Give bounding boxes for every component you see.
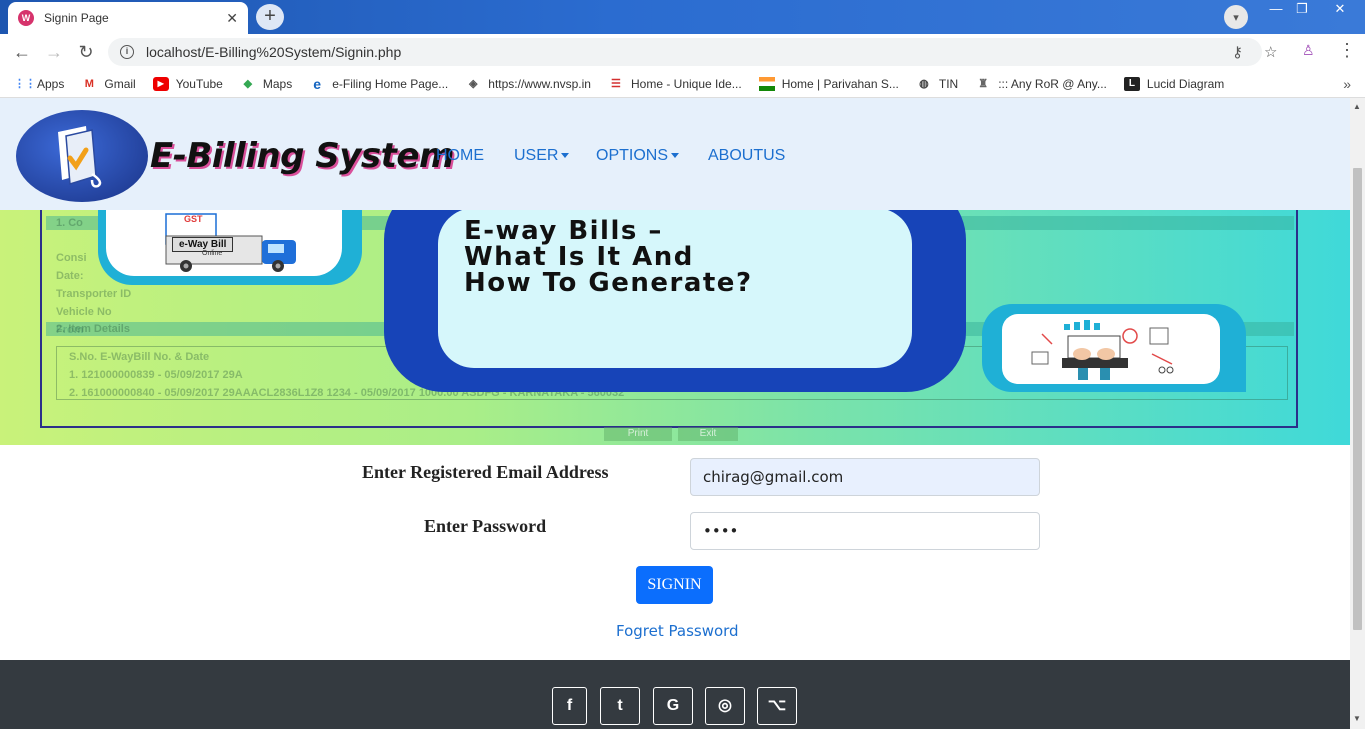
- forward-arrow-icon[interactable]: →: [42, 40, 66, 64]
- banner-exit-button: Exit: [678, 427, 738, 441]
- tab-title: Signin Page: [44, 11, 109, 25]
- nvsp-icon: ◈: [469, 77, 478, 90]
- doc-field-label: Consi: [56, 252, 87, 264]
- bookmark-nvsp[interactable]: ◈ https://www.nvsp.in: [465, 77, 591, 91]
- doc-section-label: 2. Item Details: [56, 323, 130, 335]
- bookmark-efiling[interactable]: e e-Filing Home Page...: [309, 77, 448, 91]
- doc-field-label: Date:: [56, 270, 84, 282]
- github-icon[interactable]: ⌥: [757, 687, 797, 725]
- reload-icon[interactable]: ↻: [74, 40, 98, 64]
- forgot-password-link[interactable]: Fogret Password: [616, 622, 739, 640]
- maps-icon: ◆: [243, 77, 253, 90]
- instagram-icon[interactable]: ◎: [705, 687, 745, 725]
- twitter-icon[interactable]: t: [600, 687, 640, 725]
- india-flag-icon: [758, 76, 775, 91]
- typing-illustration-card: [982, 304, 1246, 392]
- bookmark-gmail[interactable]: M Gmail: [81, 77, 136, 91]
- youtube-icon: ▶: [152, 76, 169, 91]
- email-field[interactable]: [690, 458, 1040, 496]
- doc-table-header: S.No. E-WayBill No. & Date: [69, 351, 210, 363]
- nav-options-dropdown[interactable]: OPTIONS: [596, 147, 680, 165]
- brand-title: E-Billing System: [150, 136, 454, 176]
- web-page: E-Billing System HOME USER OPTIONS ABOUT…: [0, 98, 1350, 729]
- aadhaar-icon: ☰: [611, 77, 621, 90]
- extension-icon[interactable]: ♙: [1302, 42, 1320, 62]
- eway-online-label: Online: [202, 250, 223, 257]
- doc-field-label: Transporter ID: [56, 288, 132, 300]
- site-navbar: E-Billing System HOME USER OPTIONS ABOUT…: [0, 98, 1350, 210]
- close-tab-icon[interactable]: ✕: [226, 10, 238, 27]
- signin-button[interactable]: SIGNIN: [636, 566, 713, 604]
- google-icon[interactable]: G: [653, 687, 693, 725]
- profile-dropdown-icon[interactable]: ▾: [1224, 5, 1248, 29]
- laptop-hands-icon: [1031, 320, 1174, 380]
- bookmark-parivahan[interactable]: Home | Parivahan S...: [758, 76, 899, 91]
- bookmark-apps[interactable]: ⋮⋮ Apps: [14, 77, 64, 91]
- apps-grid-icon: ⋮⋮: [14, 77, 36, 90]
- gst-truck-card: GST e-Way Bill Online: [98, 210, 362, 285]
- doc-section-label: 1. Co: [56, 217, 83, 229]
- headline-card: E-way Bills – What Is It And How To Gene…: [384, 210, 966, 392]
- eway-bill-banner: 1. Co Consi Date: Transporter ID Vehicle…: [0, 210, 1350, 445]
- email-label: Enter Registered Email Address: [362, 462, 609, 482]
- address-bar[interactable]: i localhost/E-Billing%20System/Signin.ph…: [108, 38, 1277, 66]
- site-info-icon[interactable]: i: [120, 45, 134, 59]
- doc-table-row: 1. 121000000839 - 05/09/2017 29A: [69, 369, 243, 381]
- facebook-icon[interactable]: f: [552, 687, 587, 725]
- globe-icon: ◍: [919, 77, 929, 90]
- lucid-icon: L: [1123, 76, 1140, 91]
- scroll-up-icon[interactable]: ▲: [1353, 102, 1361, 111]
- banner-print-button: Print: [604, 427, 672, 441]
- nav-home[interactable]: HOME: [436, 147, 484, 165]
- bookmark-youtube[interactable]: ▶ YouTube: [152, 76, 223, 91]
- doc-field-label: Vehicle No: [56, 306, 112, 318]
- bookmarks-overflow-icon[interactable]: »: [1343, 76, 1351, 92]
- bookmark-tin[interactable]: ◍ TIN: [916, 77, 958, 91]
- bookmark-uidai[interactable]: ☰ Home - Unique Ide...: [608, 77, 742, 91]
- minimize-icon[interactable]: —: [1262, 0, 1290, 20]
- password-field[interactable]: [690, 512, 1040, 550]
- browser-toolbar: ← → ↻ i localhost/E-Billing%20System/Sig…: [0, 34, 1365, 70]
- chevron-down-icon: [561, 153, 570, 159]
- emblem-icon: ♜: [978, 77, 989, 90]
- bookmark-lucid[interactable]: L Lucid Diagram: [1123, 76, 1224, 91]
- site-footer: f t G ◎ ⌥: [0, 660, 1350, 729]
- browser-tab[interactable]: W Signin Page ✕: [8, 2, 248, 34]
- page-scrollbar[interactable]: ▲ ▼: [1350, 98, 1365, 729]
- close-window-icon[interactable]: ✕: [1326, 0, 1354, 20]
- nav-user-dropdown[interactable]: USER: [514, 147, 570, 165]
- scroll-down-icon[interactable]: ▼: [1353, 714, 1361, 723]
- efiling-icon: e: [313, 75, 322, 92]
- bookmark-ror[interactable]: ♜ ::: Any RoR @ Any...: [975, 77, 1107, 91]
- new-tab-button[interactable]: +: [256, 4, 284, 30]
- chevron-down-icon: [671, 153, 680, 159]
- banner-headline: E-way Bills – What Is It And How To Gene…: [464, 216, 753, 298]
- bookmark-star-icon[interactable]: ☆: [1264, 43, 1277, 61]
- back-arrow-icon[interactable]: ←: [10, 40, 34, 64]
- scrollbar-thumb[interactable]: [1353, 168, 1362, 630]
- restore-icon[interactable]: ❐: [1288, 0, 1316, 20]
- browser-tab-strip: W Signin Page ✕ + ▾ — ❐ ✕: [0, 0, 1365, 34]
- nav-aboutus[interactable]: ABOUTUS: [708, 147, 785, 165]
- site-logo[interactable]: [16, 110, 148, 202]
- password-label: Enter Password: [424, 516, 547, 536]
- key-icon[interactable]: ⚷: [1232, 43, 1243, 61]
- favicon-icon: W: [18, 10, 34, 26]
- gst-label: GST: [184, 214, 203, 224]
- gmail-icon: M: [84, 77, 94, 90]
- url-text[interactable]: localhost/E-Billing%20System/Signin.php: [146, 44, 401, 60]
- browser-menu-icon[interactable]: ⋮: [1338, 40, 1356, 61]
- bookmarks-bar: ⋮⋮ Apps M Gmail ▶ YouTube ◆ Maps e e-Fil…: [0, 70, 1365, 98]
- bookmark-maps[interactable]: ◆ Maps: [240, 77, 293, 91]
